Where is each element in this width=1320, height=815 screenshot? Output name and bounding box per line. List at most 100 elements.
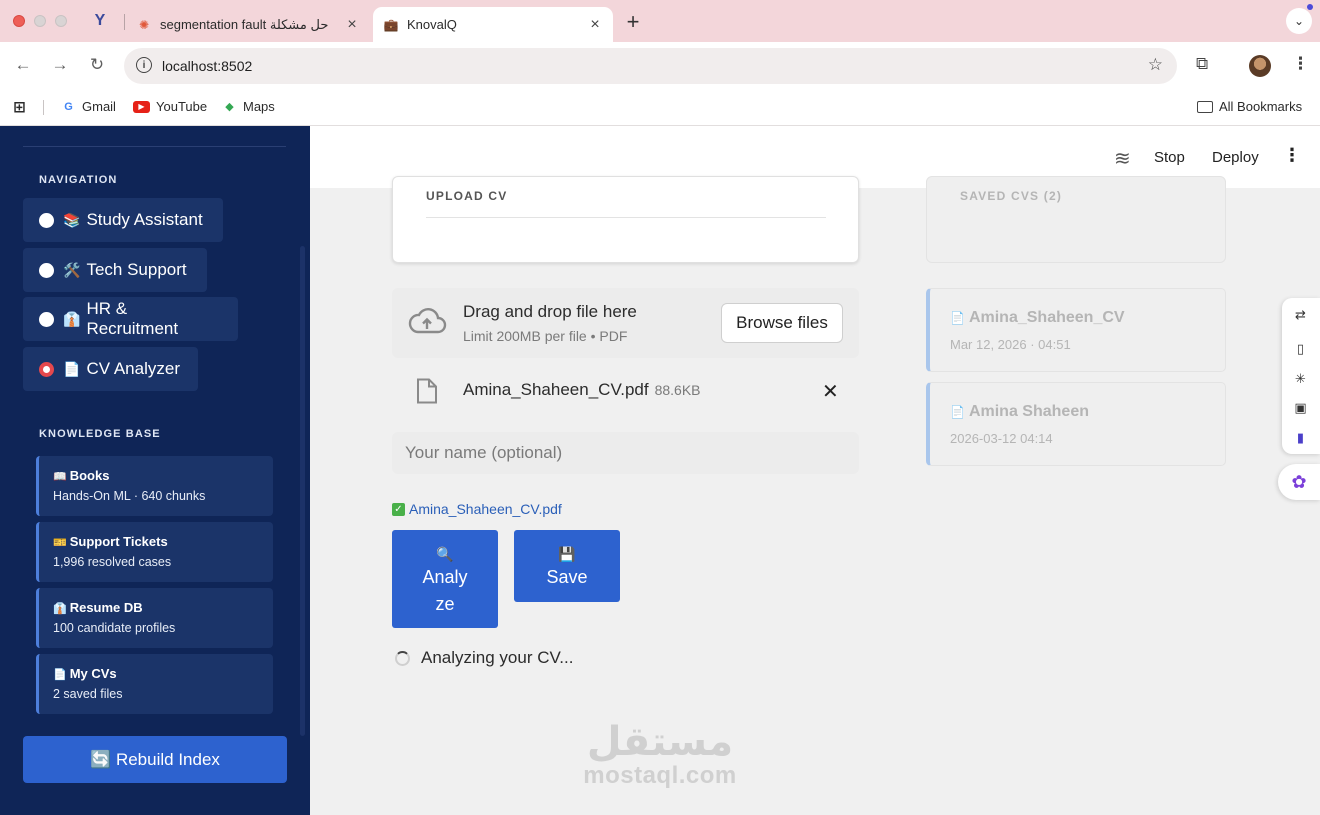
file-dropzone[interactable]: Drag and drop file here Limit 200MB per …	[392, 288, 859, 358]
new-tab-button[interactable]: +	[622, 9, 644, 35]
apps-button[interactable]: ⊞	[12, 99, 27, 116]
nav-hr-recruitment[interactable]: 👔 HR & Recruitment	[23, 297, 238, 341]
translate-icon[interactable]: ⇄	[1292, 306, 1309, 323]
saved-cvs-label: SAVED CVS (2)	[960, 189, 1063, 203]
bookmark-label: Maps	[243, 99, 275, 114]
browser-menu-icon[interactable]: ⋮	[1292, 54, 1309, 74]
nav-study-assistant[interactable]: 📚 Study Assistant	[23, 198, 223, 242]
arrow-left-icon: ←	[14, 55, 32, 74]
magnifier-icon: 🔍	[436, 546, 454, 562]
main-menu-icon[interactable]: ⋮	[1283, 145, 1301, 166]
bookmark-icon[interactable]: ▮	[1292, 429, 1309, 446]
ticket-icon: 🎫	[53, 537, 67, 549]
dropzone-title: Drag and drop file here	[463, 302, 637, 321]
presentation-icon[interactable]: ▣	[1292, 399, 1309, 416]
briefcase-icon: 💼	[383, 17, 399, 32]
sidebar-scrollbar[interactable]	[300, 246, 305, 736]
sidebar-divider	[23, 146, 286, 147]
tab-search-button[interactable]: ⌄	[1286, 8, 1312, 34]
stop-button[interactable]: Stop	[1154, 149, 1185, 166]
nav-label: Study Assistant	[86, 210, 203, 229]
saved-cv-card[interactable]: 📄 Amina Shaheen 2026-03-12 04:14	[926, 382, 1226, 466]
kb-card-title: Books	[69, 468, 110, 483]
upload-cv-label: UPLOAD CV	[426, 189, 508, 203]
uploaded-file-name: Amina_Shaheen_CV.pdf	[409, 501, 562, 517]
back-button[interactable]: ←	[12, 54, 34, 76]
deploy-button[interactable]: Deploy	[1212, 149, 1259, 166]
cloud-upload-icon	[408, 308, 447, 334]
file-icon	[417, 378, 437, 404]
pinned-tab-icon: Y	[94, 12, 106, 29]
nav-cv-analyzer[interactable]: 📄 CV Analyzer	[23, 347, 198, 391]
saved-cv-card[interactable]: 📄 Amina_Shaheen_CV Mar 12, 2026 · 04:51	[926, 288, 1226, 372]
analyze-label-line2: ze	[435, 594, 455, 614]
bookmark-maps[interactable]: ◆ Maps	[222, 99, 275, 114]
person-suit-icon: 👔	[63, 310, 81, 327]
cursor-click-icon[interactable]: ✳	[1292, 370, 1309, 387]
tab-separator	[124, 14, 125, 30]
tab-segmentation-fault[interactable]: ✺ حل مشكلة segmentation fault ×	[126, 7, 370, 42]
saved-cv-date: 2026-03-12 04:14	[950, 431, 1053, 446]
maximize-window-button[interactable]	[55, 15, 67, 27]
bookmark-star-icon[interactable]: ☆	[1148, 55, 1163, 75]
watermark-latin: mostaql.com	[583, 762, 737, 789]
file-size: 88.6KB	[654, 382, 701, 398]
site-info-icon[interactable]: i	[136, 57, 152, 73]
minimize-window-button[interactable]	[34, 15, 46, 27]
brain-icon[interactable]: ✿	[1278, 464, 1320, 500]
asterisk-icon: ✺	[138, 17, 150, 32]
loading-spinner-icon	[395, 651, 410, 666]
kb-card-subtitle: 100 candidate profiles	[53, 621, 176, 635]
radio-icon[interactable]	[39, 212, 54, 228]
bookmark-separator	[43, 100, 44, 115]
radio-selected-icon[interactable]	[39, 361, 54, 377]
watermark: مستقل mostaql.com	[580, 721, 740, 789]
profile-avatar[interactable]	[1249, 55, 1271, 77]
nav-label: Tech Support	[86, 260, 187, 279]
bookmark-label: YouTube	[156, 99, 208, 114]
rebuild-index-button[interactable]: 🔄 Rebuild Index	[23, 736, 287, 783]
arrow-right-icon: →	[51, 55, 69, 74]
tab-knovalq[interactable]: 💼 KnovalQ ×	[373, 7, 613, 42]
all-bookmarks-button[interactable]: All Bookmarks	[1197, 99, 1302, 114]
kb-card-resume-db: 👔 Resume DB 100 candidate profiles	[36, 588, 273, 648]
address-bar[interactable]: i localhost:8502 ☆	[124, 48, 1177, 84]
remove-file-icon[interactable]: ✕	[822, 379, 839, 404]
nav-tech-support[interactable]: 🛠️ Tech Support	[23, 248, 207, 292]
radio-icon[interactable]	[39, 262, 54, 278]
forward-button[interactable]: →	[49, 54, 71, 76]
bookmark-youtube[interactable]: ▶ YouTube	[133, 99, 207, 114]
close-tab-icon[interactable]: ×	[587, 16, 603, 34]
notification-dot	[1307, 4, 1313, 10]
main-content: ≋ Stop Deploy ⋮ UPLOAD CV SAVED CVS (2) …	[310, 126, 1320, 815]
tab-title: حل مشكلة segmentation fault	[160, 16, 329, 32]
page-icon: 📄	[950, 311, 965, 325]
upload-success-message: ✓ Amina_Shaheen_CV.pdf	[392, 501, 562, 517]
nav-label: CV Analyzer	[86, 359, 180, 378]
url-text: localhost:8502	[162, 58, 253, 74]
pinned-tab[interactable]: Y	[88, 10, 112, 32]
uploaded-file-row: Amina_Shaheen_CV.pdf 88.6KB ✕	[392, 371, 859, 411]
save-button[interactable]: 💾 Save	[514, 530, 620, 602]
card-divider	[426, 217, 826, 218]
upload-cv-card: UPLOAD CV	[392, 176, 859, 263]
saved-cvs-card: SAVED CVS (2)	[926, 176, 1226, 263]
browse-files-button[interactable]: Browse files	[721, 303, 843, 343]
tab-title: KnovalQ	[407, 17, 457, 32]
saved-cv-name: Amina_Shaheen_CV	[968, 309, 1125, 326]
tools-icon: 🛠️	[63, 261, 81, 278]
reload-button[interactable]: ↻	[86, 54, 108, 76]
bookmark-gmail[interactable]: G Gmail	[61, 99, 116, 114]
name-input[interactable]	[392, 432, 859, 474]
bookmark-label: Gmail	[82, 99, 116, 114]
radio-icon[interactable]	[39, 311, 54, 327]
extensions-icon[interactable]: ⧉	[1196, 54, 1208, 74]
close-window-button[interactable]	[13, 15, 25, 27]
book-open-icon[interactable]: ▯	[1292, 340, 1309, 357]
floating-toolbar: ⇄ ▯ ✳ ▣ ▮	[1282, 298, 1320, 454]
analyze-button[interactable]: 🔍 Analy ze	[392, 530, 498, 628]
kb-card-subtitle: Hands-On ML · 640 chunks	[53, 489, 206, 503]
kb-card-title: My CVs	[69, 666, 117, 681]
close-tab-icon[interactable]: ×	[344, 16, 360, 34]
kb-card-title: Resume DB	[69, 600, 143, 615]
